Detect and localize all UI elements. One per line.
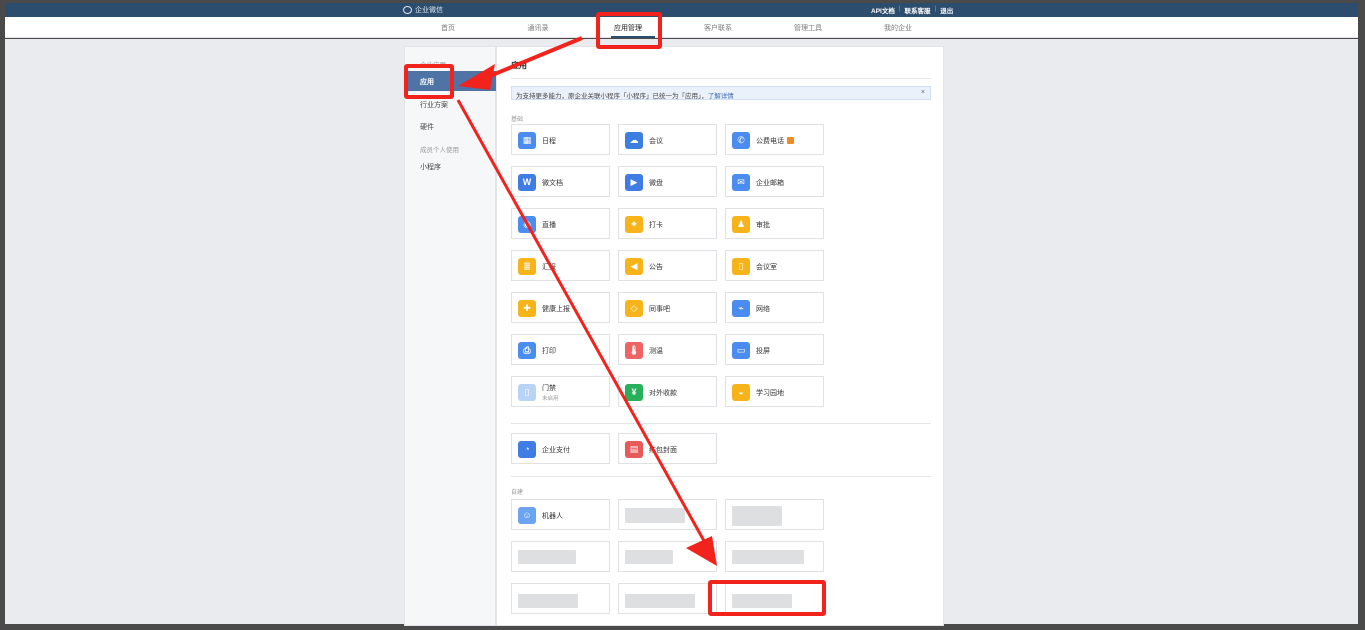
- arrowhead: [458, 64, 495, 90]
- arrow-to-sidebar: [484, 36, 583, 80]
- annotation-arrows: [456, 36, 717, 566]
- arrow-to-target-app: [456, 99, 710, 549]
- arrowhead: [686, 536, 717, 566]
